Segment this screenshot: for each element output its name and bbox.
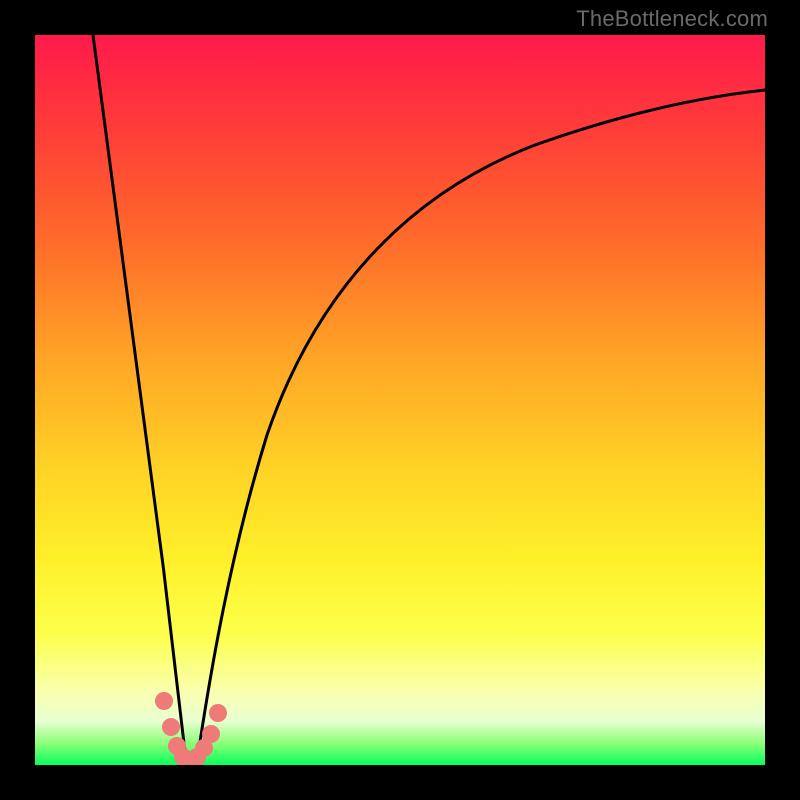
curve-overlay <box>35 35 765 765</box>
curve-right-branch <box>198 90 765 755</box>
plot-area <box>35 35 765 765</box>
valley-dots <box>155 692 227 765</box>
watermark-text: TheBottleneck.com <box>576 6 768 32</box>
chart-frame: TheBottleneck.com <box>0 0 800 800</box>
curve-left-branch <box>93 35 186 759</box>
